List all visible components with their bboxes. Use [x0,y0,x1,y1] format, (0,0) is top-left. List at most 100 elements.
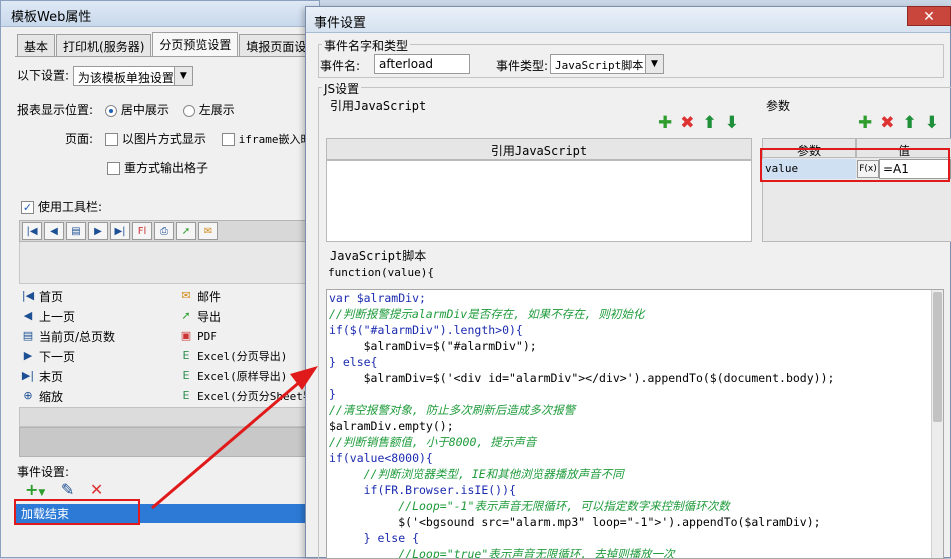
event-type-combo[interactable]: JavaScript脚本 ▼ [550,54,664,74]
scrollbar-thumb[interactable] [933,292,942,422]
use-toolbar-label: 使用工具栏: [38,200,103,214]
ref-js-list[interactable] [326,160,752,242]
flash-print-icon[interactable]: Fl [132,222,152,240]
arrow-down-icon[interactable]: ⬇ [925,113,939,133]
code-line: //清空报警对象, 防止多次刷新后造成多次报警 [329,403,576,417]
position-label: 报表显示位置: [17,103,94,117]
list-item[interactable]: ➚ 导出 [179,306,314,326]
add-icon[interactable]: + [25,480,38,499]
excel-icon: E [182,389,190,402]
list-item[interactable]: E Excel(分页分Sheet导 [179,386,314,406]
page-label: 页面: [65,132,94,146]
export-icon[interactable]: ➚ [176,222,196,240]
radio-center-label: 居中展示 [120,103,169,117]
use-toolbar-row[interactable]: ✓ 使用工具栏: [21,198,102,215]
check-iframe-label: iframe嵌入时 [238,133,312,146]
radio-center[interactable]: 居中展示 [104,103,169,117]
arrow-down-icon[interactable]: ⬇ [725,113,739,133]
arrow-up-icon[interactable]: ⬆ [703,113,717,133]
tab-basic[interactable]: 基本 [17,34,56,56]
settings-combo[interactable]: 为该模板单独设置 ▼ [72,66,193,86]
print-icon[interactable]: ⎙ [154,222,174,240]
excel-icon: E [182,349,190,362]
code-line: //判断浏览器类型, IE和其他浏览器播放声音不同 [329,467,624,481]
tab-page-preview[interactable]: 分页预览设置 [152,32,239,56]
back-window-tabs: 基本 打印机(服务器) 分页预览设置 填报页面设 [17,32,314,56]
toolbar-items-left: |◀ 首页 ◀ 上一页 ▤ 当前页/总页数 ▶ 下一页 ▶| 末页 ⊕ 缩放 [21,286,115,406]
list-item[interactable]: ✉ 邮件 [179,286,314,306]
close-icon[interactable]: ✕ [907,6,951,26]
check-image-mode-label: 以图片方式显示 [121,132,206,146]
edit-icon[interactable]: ✎ [61,480,74,499]
code-line: //判断销售额值, 小于8000, 提示声音 [329,435,537,449]
tab-fill-page[interactable]: 填报页面设 [239,34,314,56]
tab-printer-server[interactable]: 打印机(服务器) [56,34,152,56]
first-page-icon[interactable]: |◀ [22,222,42,240]
add-icon[interactable]: ✚ [858,113,872,133]
list-item[interactable]: ▤ 当前页/总页数 [21,326,115,346]
list-item-label: 末页 [39,369,64,384]
list-item[interactable]: |◀ 首页 [21,286,115,306]
list-item[interactable]: ▶ 下一页 [21,346,115,366]
code-line: } else { [329,531,420,545]
dialog-title-text: 事件设置 [314,16,367,31]
list-item[interactable]: ▶| 末页 [21,366,115,386]
ref-js-header: 引用JavaScript [326,138,752,160]
checkbox-icon [221,133,235,146]
check-iframe[interactable]: iframe嵌入时 [221,132,312,146]
email-icon: ✉ [181,289,191,302]
settings-row: 以下设置: 为该模板单独设置 ▼ [17,66,193,86]
code-line: $alramDiv.empty(); [329,419,454,433]
prev-page-icon: ◀ [23,309,33,322]
add-icon[interactable]: ✚ [658,113,672,133]
code-scrollbar[interactable] [931,290,943,558]
page-count-icon[interactable]: ▤ [66,222,86,240]
group-name-type-title: 事件名字和类型 [322,37,411,54]
list-item-label: 上一页 [39,309,76,324]
code-lines: var $alramDiv; //判断报警提示alarmDiv是否存在, 如果不存… [327,290,943,558]
check-image-mode[interactable]: 以图片方式显示 [104,132,206,146]
list-item-label: Excel(分页分Sheet导 [197,390,314,403]
event-type-value: JavaScript脚本 [555,59,644,72]
chevron-down-icon[interactable]: ▼ [38,488,45,498]
delete-icon[interactable]: ✕ [90,480,103,499]
template-web-properties-window: 模板Web属性 基本 打印机(服务器) 分页预览设置 填报页面设 以下设置: 为… [0,0,321,559]
event-settings-dialog: 事件设置 ✕ 事件名字和类型 事件名: afterload 事件类型: Java… [305,6,951,559]
event-type-label: 事件类型: [496,59,549,73]
toolbar-preview: |◀ ◀ ▤ ▶ ▶| Fl ⎙ ➚ ✉ [19,220,321,242]
event-toolbar: +▼ ✎ ✕ [25,480,103,499]
last-page-icon[interactable]: ▶| [110,222,130,240]
prev-page-icon[interactable]: ◀ [44,222,64,240]
checkbox-icon [107,162,120,175]
list-item[interactable]: ⊕ 缩放 [21,386,115,406]
email-icon[interactable]: ✉ [198,222,218,240]
annotation-box-param [760,148,950,182]
list-item[interactable]: E Excel(原样导出) [179,366,314,386]
event-name-label: 事件名: [320,59,361,73]
annotation-box-event [14,499,140,525]
page-preview-settings-panel: 以下设置: 为该模板单独设置 ▼ 报表显示位置: 居中展示 左展示 页面: 以图… [15,56,321,559]
event-settings-label: 事件设置: [17,465,70,479]
list-item[interactable]: E Excel(分页导出) [179,346,314,366]
pdf-icon: ▣ [180,329,192,342]
excel-icon: E [182,369,190,382]
page-row: 页面: 以图片方式显示 iframe嵌入时 [65,130,311,147]
chevron-down-icon: ▼ [173,67,192,85]
delete-icon[interactable]: ✖ [680,113,694,133]
arrow-up-icon[interactable]: ⬆ [903,113,917,133]
radio-left[interactable]: 左展示 [182,103,235,117]
delete-icon[interactable]: ✖ [880,113,894,133]
list-item-label: 缩放 [39,389,64,404]
list-item-label: 当前页/总页数 [39,329,116,344]
radio-left-label: 左展示 [198,103,235,117]
code-editor[interactable]: var $alramDiv; //判断报警提示alarmDiv是否存在, 如果不存… [326,289,944,559]
next-page-icon: ▶ [23,349,33,362]
code-line: var $alramDiv; [329,291,426,305]
event-name-input[interactable]: afterload [374,54,470,74]
next-page-icon[interactable]: ▶ [88,222,108,240]
list-item[interactable]: ▣ PDF [179,326,314,346]
dialog-title: 事件设置 ✕ [306,6,951,33]
zoom-icon: ⊕ [23,389,33,402]
grid-output-row[interactable]: 重方式输出格子 [107,159,208,176]
list-item[interactable]: ◀ 上一页 [21,306,115,326]
